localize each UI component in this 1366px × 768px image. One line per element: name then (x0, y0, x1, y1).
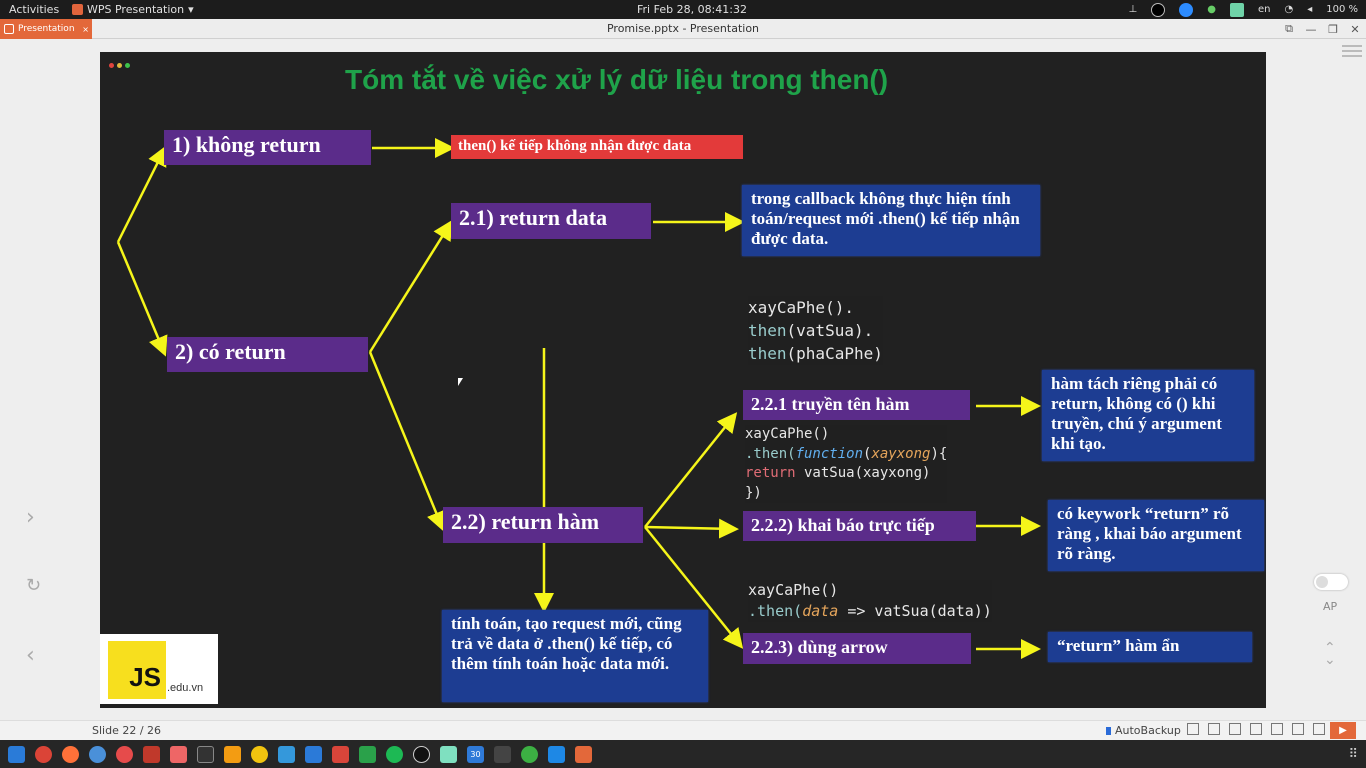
list-view-icon[interactable] (1250, 723, 1262, 735)
feather-icon[interactable] (494, 745, 511, 763)
close-window-button[interactable]: ✕ (1344, 23, 1366, 36)
obs-tray-icon[interactable] (1151, 2, 1166, 17)
code-sample-arrow: xayCaPhe() .then(data => vatSua(data)) (748, 580, 992, 622)
pass-name-box: 2.2.1 truyền tên hàm (743, 390, 970, 420)
notes-icon[interactable] (1208, 723, 1220, 735)
wps-sheet-icon[interactable] (359, 745, 376, 763)
status-bar: Slide 22 / 26 AutoBackup ▶ (0, 720, 1366, 740)
next-slide-icon[interactable]: › (26, 505, 35, 530)
obs-icon[interactable] (413, 745, 430, 763)
wifi-icon[interactable]: ◔ (1284, 4, 1293, 15)
wps-pdf-icon[interactable] (332, 745, 349, 763)
vscode-icon[interactable] (548, 745, 565, 763)
spotify-icon[interactable] (386, 745, 403, 763)
photos-icon[interactable] (170, 745, 187, 763)
slide-counter: Slide 22 / 26 (92, 724, 162, 737)
mail-icon[interactable] (143, 745, 160, 763)
menu-icon[interactable] (1342, 45, 1362, 59)
code-sample-pass-name: xayCaPhe(). then(vatSua). then(phaCaPhe) (748, 296, 883, 365)
app-tray-icon[interactable] (1229, 2, 1244, 17)
show-apps-icon[interactable]: ⠿ (1348, 746, 1358, 763)
view-controls (1187, 723, 1325, 735)
prev-slide-icon[interactable]: ‹ (26, 643, 35, 668)
system-tray: ⊥ ● en ◔ ◂ 100 % (1115, 1, 1366, 18)
normal-view-icon[interactable] (1271, 723, 1283, 735)
volume-icon[interactable]: ◂ (1307, 4, 1312, 15)
pin-icon[interactable]: ⊥ (1129, 4, 1138, 15)
files-icon[interactable] (89, 745, 106, 763)
js-logo-badge: JS (108, 641, 166, 699)
window-titlebar: Presentation × Promise.pptx - Presentati… (0, 19, 1366, 39)
window-controls: ⧉ — ❐ ✕ (1278, 19, 1366, 39)
system-topbar: Activities WPS Presentation ▾ Fri Feb 28… (0, 0, 1366, 19)
mouse-cursor-icon (458, 378, 463, 386)
code-sample-declare: xayCaPhe() .then(function(xayxong){ retu… (745, 425, 948, 503)
no-return-box: 1) không return (164, 130, 371, 165)
window-title: Promise.pptx - Presentation (606, 22, 760, 35)
zoom-tray-icon[interactable] (1179, 2, 1194, 17)
terminal-icon[interactable] (197, 745, 214, 763)
next-icon[interactable] (1229, 723, 1241, 735)
battery-indicator[interactable]: 100 % (1326, 4, 1358, 15)
music-icon[interactable] (116, 745, 133, 763)
grid-apps-icon[interactable] (8, 745, 25, 763)
calendar-icon[interactable]: 30 (467, 745, 484, 763)
declare-result: có keywork “return” rõ ràng , khai báo a… (1048, 500, 1264, 571)
app-name: WPS Presentation (87, 3, 185, 16)
leaf-icon[interactable]: ● (1207, 4, 1216, 15)
sorter-view-icon[interactable] (1292, 723, 1304, 735)
minimize-button[interactable]: — (1300, 23, 1322, 36)
js-edu-logo: JS .edu.vn (100, 634, 218, 704)
slide-canvas[interactable]: Tóm tắt về việc xử lý dữ liệu trong then… (100, 52, 1266, 708)
refresh-icon[interactable]: ↻ (26, 575, 41, 596)
return-data-result: trong callback không thực hiện tính toán… (742, 185, 1040, 256)
return-func-box: 2.2) return hàm (443, 507, 643, 543)
return-func-result: tính toán, tạo request mới, cũng trả về … (442, 610, 708, 702)
prev-icon[interactable] (1187, 723, 1199, 735)
play-slideshow-button[interactable]: ▶ (1330, 722, 1356, 739)
backup-icon (1106, 726, 1111, 735)
declare-box: 2.2.2) khai báo trực tiếp (743, 511, 976, 541)
return-data-box: 2.1) return data (451, 203, 651, 239)
chrome-icon[interactable] (35, 745, 52, 763)
wps-app-icon (72, 4, 83, 15)
sublime-icon[interactable] (224, 745, 241, 763)
scroll-arrows-icon[interactable]: ⌃ ⌄ (1324, 641, 1336, 667)
clock[interactable]: Fri Feb 28, 08:41:32 (637, 3, 747, 16)
language-indicator[interactable]: en (1258, 4, 1271, 15)
wps-writer-icon[interactable] (305, 745, 322, 763)
logo-domain: .edu.vn (167, 682, 204, 694)
maximize-button[interactable]: ❐ (1322, 23, 1344, 36)
restore-layout-button[interactable]: ⧉ (1278, 22, 1300, 36)
desktop-icon[interactable] (440, 745, 457, 763)
autobackup-button[interactable]: AutoBackup (1106, 724, 1181, 737)
shield-icon[interactable] (521, 745, 538, 763)
arrow-result: “return” hàm ẩn (1048, 632, 1252, 662)
chevron-down-icon: ▾ (188, 3, 194, 16)
wps-presentation-icon[interactable] (575, 745, 592, 763)
pass-name-result: hàm tách riêng phải có return, không có … (1042, 370, 1254, 461)
taskbar: 30 ⠿ (0, 740, 1366, 768)
reading-view-icon[interactable] (1313, 723, 1325, 735)
ap-label: AP (1323, 600, 1338, 613)
activities-button[interactable]: Activities (9, 3, 59, 16)
firefox-icon[interactable] (62, 745, 79, 763)
app-menu[interactable]: WPS Presentation ▾ (72, 3, 194, 16)
arrow-box: 2.2.3) dùng arrow (743, 633, 971, 664)
has-return-box: 2) có return (167, 337, 368, 372)
toggle-switch[interactable] (1314, 574, 1348, 590)
folder-icon[interactable] (278, 745, 295, 763)
no-return-result: then() kế tiếp không nhận được data (451, 135, 743, 159)
finder-icon[interactable] (251, 745, 268, 763)
